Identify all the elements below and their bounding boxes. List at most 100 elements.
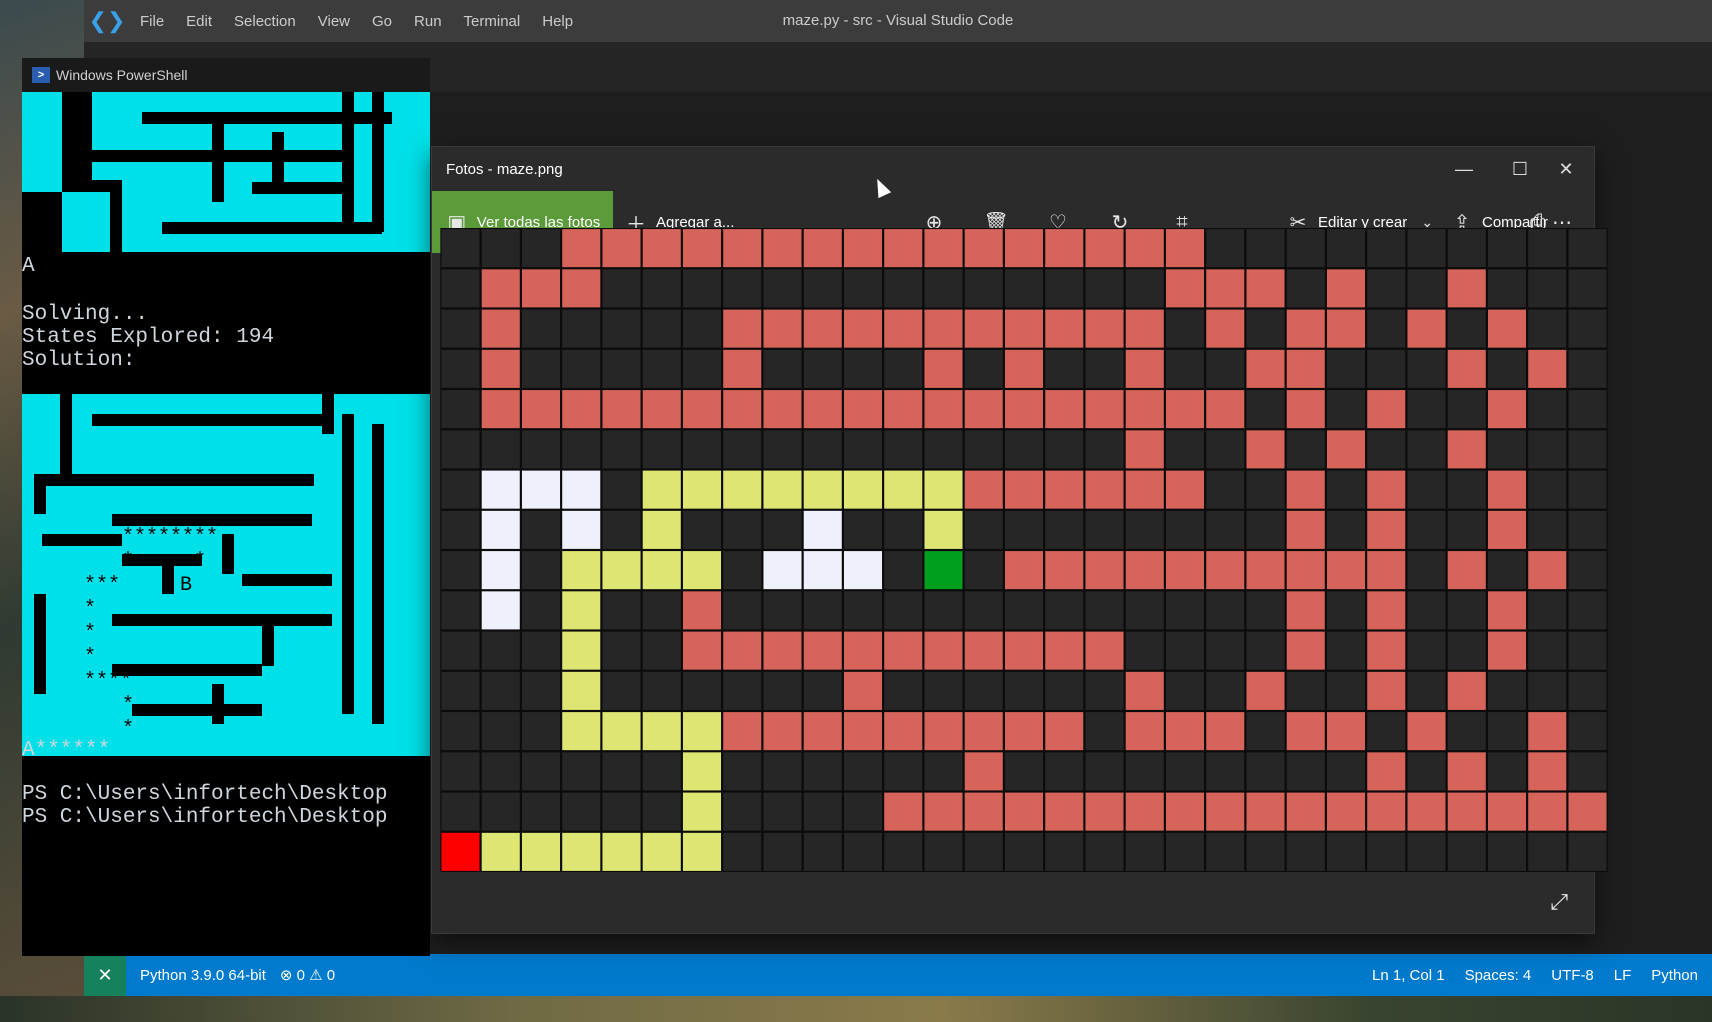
maze-cell-path — [602, 712, 641, 751]
terminal-maze-top — [22, 92, 430, 252]
maze-cell-wall — [1125, 671, 1164, 710]
menu-file[interactable]: File — [140, 13, 164, 30]
menu-go[interactable]: Go — [372, 13, 392, 30]
maze-cell-empty — [441, 349, 480, 388]
maze-cell-empty — [1487, 349, 1527, 388]
maze-cell-empty — [723, 551, 762, 590]
minimize-icon[interactable]: — — [1436, 147, 1492, 191]
maze-cell-empty — [1206, 832, 1245, 871]
maze-cell-wall — [1286, 470, 1325, 509]
maze-cell-empty — [1246, 229, 1285, 268]
maze-cell-empty — [1407, 671, 1446, 710]
maze-cell-empty — [1246, 752, 1285, 791]
menu-run[interactable]: Run — [414, 13, 442, 30]
maze-cell-wall — [924, 390, 963, 429]
maze-cell-empty — [1206, 591, 1245, 630]
status-eol[interactable]: LF — [1614, 967, 1632, 984]
maze-cell-empty — [521, 430, 561, 469]
maze-cell-explored — [562, 510, 601, 549]
maze-cell-wall — [1165, 470, 1205, 509]
maze-cell-empty — [1528, 591, 1567, 630]
maze-cell-explored — [521, 470, 561, 509]
maze-cell-wall — [1085, 309, 1124, 348]
maze-cell-wall — [843, 229, 883, 268]
maze-cell-empty — [602, 309, 641, 348]
menu-terminal[interactable]: Terminal — [464, 13, 521, 30]
maze-cell-empty — [642, 309, 681, 348]
maze-cell-wall — [1286, 510, 1325, 549]
maze-cell-empty — [964, 269, 1003, 308]
maze-cell-path — [562, 712, 601, 751]
maze-cell-empty — [1407, 269, 1446, 308]
fullscreen-icon[interactable]: ⤢ — [1550, 889, 1568, 915]
maze-cell-empty — [1085, 591, 1124, 630]
maze-cell-empty — [481, 631, 520, 670]
maze-cell-wall — [1165, 712, 1205, 751]
maze-cell-empty — [1004, 591, 1044, 630]
menu-edit[interactable]: Edit — [186, 13, 212, 30]
maze-cell-empty — [1125, 591, 1164, 630]
maze-cell-wall — [924, 349, 963, 388]
maze-cell-explored — [481, 510, 520, 549]
maze-cell-empty — [723, 832, 762, 871]
maze-cell-wall — [1206, 390, 1245, 429]
maze-cell-empty — [1165, 309, 1205, 348]
photos-titlebar[interactable]: Fotos - maze.png — ☐ ✕ — [432, 147, 1594, 191]
maze-cell-empty — [1407, 591, 1446, 630]
status-bar: ✕ Python 3.9.0 64-bit ⊗ 0 ⚠ 0 Ln 1, Col … — [84, 954, 1712, 996]
maze-cell-empty — [1004, 430, 1044, 469]
status-spaces[interactable]: Spaces: 4 — [1465, 967, 1532, 984]
maze-cell-empty — [1326, 671, 1366, 710]
maze-cell-wall — [843, 631, 883, 670]
maze-cell-wall — [1367, 390, 1406, 429]
maze-cell-empty — [1286, 752, 1325, 791]
status-language[interactable]: Python — [1651, 967, 1698, 984]
vscode-titlebar: ❮❯ File Edit Selection View Go Run Termi… — [84, 0, 1712, 42]
maze-cell-wall — [1568, 792, 1607, 831]
maze-cell-empty — [1045, 671, 1084, 710]
maze-cell-path — [481, 832, 520, 871]
maze-cell-empty — [1004, 510, 1044, 549]
maze-cell-wall — [723, 229, 762, 268]
maze-cell-empty — [1528, 269, 1567, 308]
maze-cell-empty — [763, 752, 802, 791]
remote-icon[interactable]: ✕ — [84, 954, 126, 996]
maze-cell-path — [642, 510, 681, 549]
maze-cell-empty — [441, 671, 480, 710]
maze-cell-wall — [843, 671, 883, 710]
maze-cell-empty — [964, 591, 1003, 630]
status-position[interactable]: Ln 1, Col 1 — [1372, 967, 1445, 984]
status-encoding[interactable]: UTF-8 — [1551, 967, 1594, 984]
menu-view[interactable]: View — [318, 13, 350, 30]
maze-cell-empty — [521, 792, 561, 831]
maze-cell-empty — [843, 269, 883, 308]
maze-cell-wall — [1165, 269, 1205, 308]
maze-cell-empty — [884, 832, 923, 871]
terminal-output[interactable]: A Solving... States Explored: 194 Soluti… — [22, 92, 430, 956]
maze-cell-empty — [1004, 671, 1044, 710]
maze-cell-empty — [481, 752, 520, 791]
maze-cell-empty — [1568, 309, 1607, 348]
maze-cell-wall — [884, 309, 923, 348]
maze-cell-empty — [1246, 712, 1285, 751]
maze-cell-empty — [763, 671, 802, 710]
close-icon[interactable]: ✕ — [1538, 147, 1594, 191]
maze-cell-empty — [1528, 510, 1567, 549]
maze-cell-empty — [723, 510, 762, 549]
status-python[interactable]: Python 3.9.0 64-bit — [140, 967, 266, 984]
status-problems[interactable]: ⊗ 0 ⚠ 0 — [280, 966, 335, 984]
maze-cell-empty — [521, 631, 561, 670]
maze-cell-wall — [723, 349, 762, 388]
maze-cell-empty — [481, 430, 520, 469]
maze-cell-empty — [803, 349, 842, 388]
maze-cell-empty — [1085, 752, 1124, 791]
maze-cell-empty — [521, 349, 561, 388]
powershell-titlebar[interactable]: > Windows PowerShell — [22, 58, 430, 92]
menu-help[interactable]: Help — [542, 13, 573, 30]
maze-cell-wall — [1447, 430, 1486, 469]
maze-cell-wall — [1246, 551, 1285, 590]
maze-cell-empty — [803, 832, 842, 871]
maze-cell-empty — [1568, 269, 1607, 308]
menu-selection[interactable]: Selection — [234, 13, 296, 30]
maze-cell-empty — [441, 551, 480, 590]
